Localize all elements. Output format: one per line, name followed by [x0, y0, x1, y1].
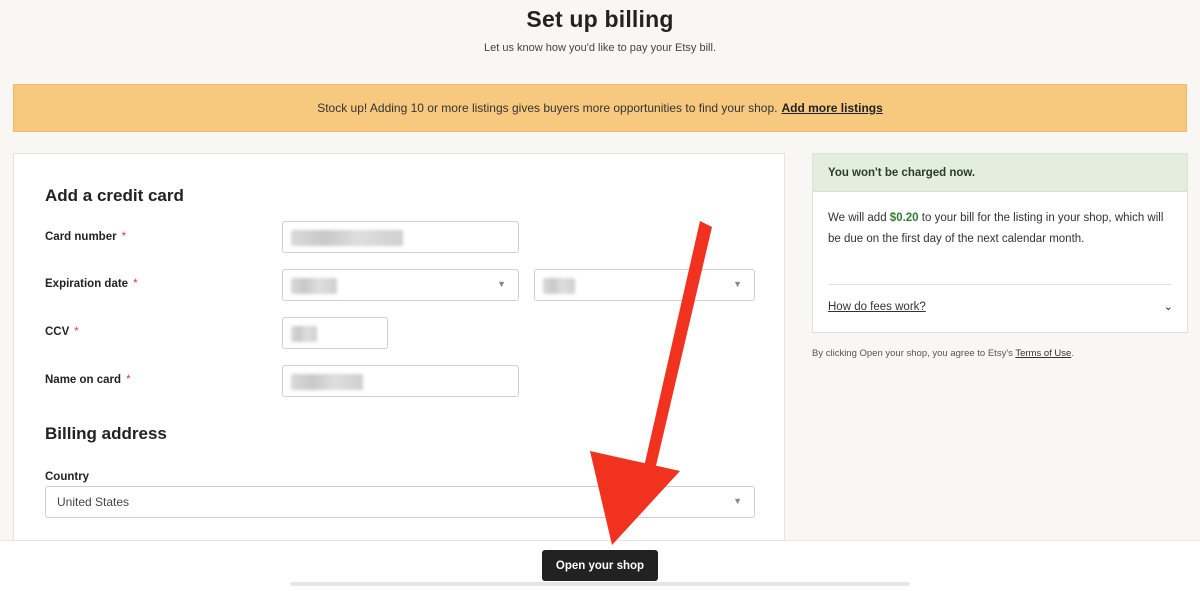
footer-shadow: [290, 582, 910, 586]
name-on-card-input[interactable]: [282, 365, 519, 397]
chevron-down-icon: ▼: [733, 496, 742, 506]
expiration-date-label: Expiration date *: [45, 278, 138, 290]
listings-banner: Stock up! Adding 10 or more listings giv…: [13, 84, 1187, 132]
ccv-input[interactable]: [282, 317, 388, 349]
open-your-shop-button[interactable]: Open your shop: [542, 550, 658, 581]
divider: [828, 284, 1172, 285]
redacted-name: [291, 374, 363, 390]
redacted-ccv: [291, 326, 317, 342]
terms-of-use-link[interactable]: Terms of Use: [1015, 348, 1071, 359]
banner-text: Stock up! Adding 10 or more listings giv…: [317, 101, 778, 115]
fee-amount: $0.20: [889, 212, 919, 224]
country-value: United States: [57, 495, 130, 509]
chevron-down-icon[interactable]: ⌄: [1164, 300, 1173, 313]
card-number-input[interactable]: [282, 221, 519, 253]
card-number-label: Card number *: [45, 231, 127, 243]
ccv-label: CCV *: [45, 326, 79, 338]
billing-address-section-title: Billing address: [45, 424, 167, 443]
page-title: Set up billing: [526, 6, 674, 32]
redacted-year: [543, 278, 575, 294]
how-do-fees-work-link[interactable]: How do fees work?: [828, 301, 926, 313]
billing-form-card: Add a credit card Card number * Expiratio…: [13, 153, 785, 553]
chevron-down-icon: ▼: [497, 279, 506, 289]
no-charge-notice: You won't be charged now.: [813, 154, 1187, 192]
expiration-year-select[interactable]: ▼: [534, 269, 755, 301]
credit-card-section-title: Add a credit card: [45, 186, 184, 205]
country-label: Country: [45, 471, 90, 483]
name-on-card-label: Name on card *: [45, 374, 131, 386]
expiration-month-select[interactable]: ▼: [282, 269, 519, 301]
page-subtitle: Let us know how you'd like to pay your E…: [484, 42, 716, 54]
redacted-card-number: [291, 230, 403, 246]
redacted-month: [291, 278, 337, 294]
fee-info-card: You won't be charged now. We will add $0…: [812, 153, 1188, 333]
country-select[interactable]: United States ▼: [45, 486, 755, 518]
add-more-listings-link[interactable]: Add more listings: [781, 101, 882, 115]
fee-description: We will add $0.20 to your bill for the l…: [828, 212, 1164, 245]
terms-notice: By clicking Open your shop, you agree to…: [812, 348, 1074, 359]
chevron-down-icon: ▼: [733, 279, 742, 289]
